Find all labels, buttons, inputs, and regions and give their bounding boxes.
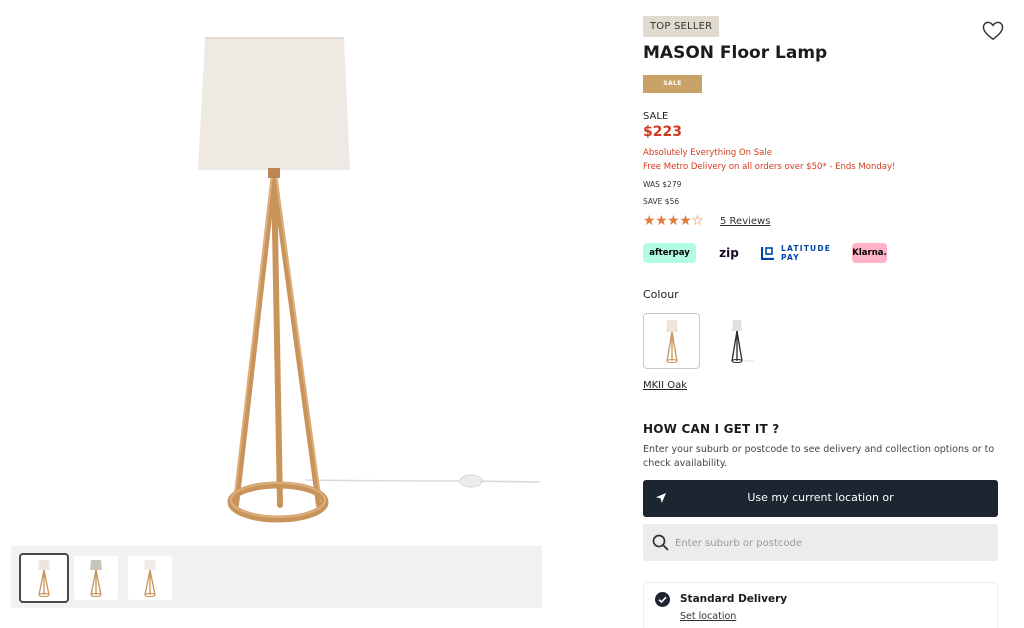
latitude-text: LATITUDE [781,244,832,253]
star-empty-icon: ☆ [691,213,704,229]
star-rating: ★★★★☆ [643,213,704,229]
star-filled-icon: ★ [655,213,668,229]
thumbnail-3[interactable] [128,556,172,600]
star-filled-icon: ★ [643,213,656,229]
save-amount: SAVE $56 [643,197,680,206]
search-icon [652,534,669,551]
set-location-link[interactable]: Set location [680,611,736,622]
heart-icon[interactable] [982,21,1004,41]
product-price: $223 [643,124,682,140]
availability-description: Enter your suburb or postcode to see del… [643,444,995,469]
product-details-panel: TOP SELLER MASON Floor Lamp SALE SALE $2… [643,0,1004,628]
latitude-mark-icon [761,247,774,260]
zip-logo: zip [719,246,739,260]
was-price: WAS $279 [643,180,682,189]
selected-colour-name[interactable]: MKII Oak [643,380,687,391]
colour-swatch-black[interactable] [709,313,766,369]
product-title: MASON Floor Lamp [643,43,828,63]
thumbnail-strip [11,546,542,608]
delivery-title: Standard Delivery [680,593,788,605]
availability-title: HOW CAN I GET IT ? [643,422,780,436]
use-current-location-button[interactable]: Use my current location or [643,480,998,517]
main-product-image[interactable] [0,0,560,540]
sale-label: SALE [643,111,669,122]
sale-badge: SALE [643,75,702,93]
postcode-input[interactable] [675,533,985,553]
reviews-link[interactable]: 5 Reviews [720,216,770,227]
promo-message: Absolutely Everything On Sale [643,148,772,158]
delivery-promo-message: Free Metro Delivery on all orders over $… [643,162,896,172]
colour-label: Colour [643,288,679,301]
thumbnail-1[interactable] [19,553,69,603]
postcode-search [643,524,998,561]
check-circle-icon [655,592,670,607]
standard-delivery-option[interactable]: Standard Delivery Set location [643,582,998,628]
product-gallery [0,0,560,628]
klarna-logo: Klarna. [852,243,887,263]
afterpay-logo: afterpay [643,243,696,263]
thumbnail-2[interactable] [74,556,118,600]
star-filled-icon: ★ [667,213,680,229]
star-filled-icon: ★ [679,213,692,229]
pay-text: PAY [781,253,800,262]
colour-swatch-oak[interactable] [643,313,700,369]
top-seller-badge: TOP SELLER [643,16,720,37]
latitude-pay-logo: LATITUDE PAY [761,243,839,263]
location-button-label: Use my current location or [747,491,894,504]
